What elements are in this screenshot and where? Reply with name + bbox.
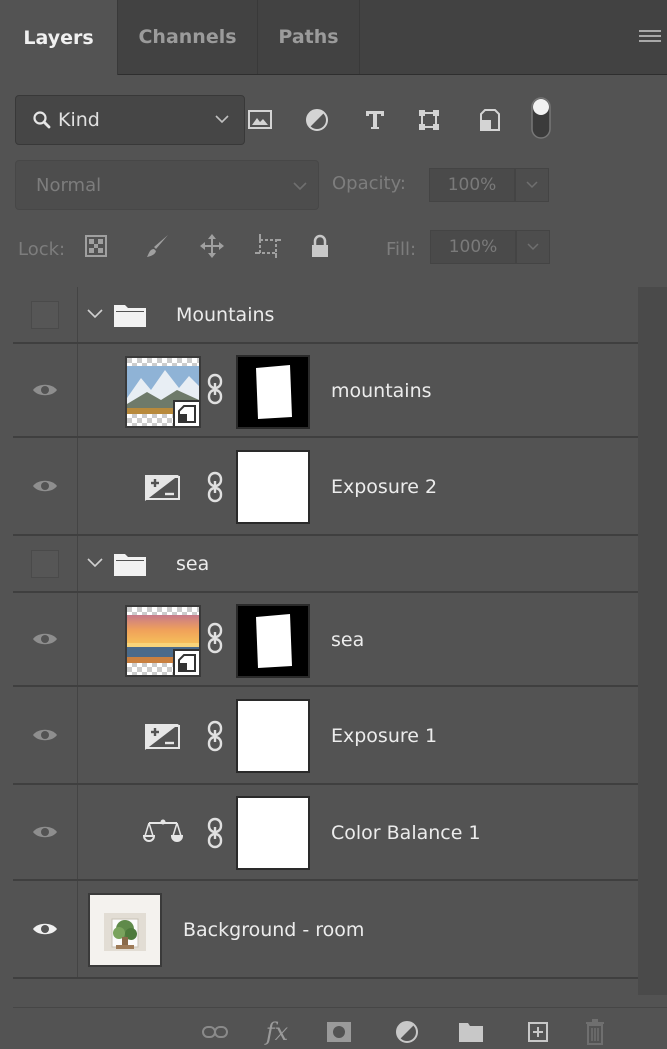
adjustment-filter-icon[interactable] bbox=[304, 107, 330, 133]
blend-mode-select[interactable]: Normal bbox=[15, 160, 319, 210]
smart-object-badge-icon bbox=[173, 400, 199, 426]
layers-bottom-toolbar: fx bbox=[13, 1007, 667, 1049]
blend-mode-label: Normal bbox=[36, 174, 102, 196]
layer-row-color-balance-1[interactable]: Color Balance 1 bbox=[13, 785, 638, 881]
lock-artboard-icon[interactable] bbox=[252, 230, 284, 262]
fill-input[interactable]: 100% bbox=[430, 230, 516, 264]
exposure-adjustment-icon[interactable] bbox=[143, 722, 183, 752]
panel-tab-bar: Layers Channels Paths bbox=[0, 0, 667, 75]
layer-row-sea[interactable]: sea bbox=[13, 593, 638, 687]
eye-icon bbox=[33, 384, 57, 396]
mask-link-icon[interactable] bbox=[206, 471, 224, 503]
new-layer-icon[interactable] bbox=[524, 1018, 552, 1046]
fill-label: Fill: bbox=[386, 239, 417, 260]
add-mask-icon[interactable] bbox=[325, 1018, 353, 1046]
opacity-input[interactable]: 100% bbox=[429, 168, 515, 202]
layer-thumbnail[interactable] bbox=[88, 893, 162, 967]
search-icon bbox=[33, 111, 51, 129]
layer-row-background-room[interactable]: Background - room bbox=[13, 881, 638, 979]
opacity-label: Opacity: bbox=[332, 173, 406, 194]
layers-list: Mountains mountains Exposure 2 sea sea E… bbox=[13, 287, 638, 1007]
opacity-dropdown-button[interactable] bbox=[515, 168, 549, 202]
layer-name: Exposure 2 bbox=[331, 476, 438, 498]
layer-name: sea bbox=[331, 629, 365, 651]
visibility-toggle[interactable] bbox=[13, 593, 78, 685]
layers-panel: Layers Channels Paths Kind Normal Opacit… bbox=[0, 0, 667, 1049]
eye-icon bbox=[33, 480, 57, 492]
eye-icon bbox=[33, 729, 57, 741]
layer-thumbnail[interactable] bbox=[125, 356, 201, 428]
layer-mask-thumbnail[interactable] bbox=[236, 796, 310, 870]
layer-mask-thumbnail[interactable] bbox=[236, 699, 310, 773]
layer-row-group-mountains[interactable]: Mountains bbox=[13, 287, 638, 344]
lock-transparent-pixels-icon[interactable] bbox=[80, 230, 112, 262]
visibility-toggle[interactable] bbox=[13, 785, 78, 879]
chevron-down-icon bbox=[527, 243, 539, 251]
tab-paths[interactable]: Paths bbox=[258, 0, 360, 74]
eye-icon bbox=[33, 633, 57, 645]
mask-link-icon[interactable] bbox=[206, 817, 224, 849]
visibility-toggle[interactable] bbox=[13, 287, 78, 342]
lock-all-icon[interactable] bbox=[304, 230, 336, 262]
mask-link-icon[interactable] bbox=[206, 373, 224, 405]
panel-menu-icon[interactable] bbox=[639, 30, 661, 46]
layer-mask-thumbnail[interactable] bbox=[236, 450, 310, 524]
shape-filter-icon[interactable] bbox=[416, 107, 442, 133]
visibility-toggle[interactable] bbox=[13, 344, 78, 436]
layer-mask-thumbnail[interactable] bbox=[236, 604, 310, 678]
eye-icon bbox=[33, 923, 57, 935]
layer-name: Color Balance 1 bbox=[331, 822, 481, 844]
layer-effects-icon[interactable]: fx bbox=[263, 1018, 291, 1046]
chevron-down-icon bbox=[293, 182, 307, 191]
lock-image-pixels-icon[interactable] bbox=[142, 230, 174, 262]
folder-icon bbox=[114, 554, 146, 576]
lock-position-icon[interactable] bbox=[196, 230, 228, 262]
layer-row-exposure-1[interactable]: Exposure 1 bbox=[13, 687, 638, 785]
visibility-off-box bbox=[31, 549, 59, 578]
smart-object-filter-icon[interactable] bbox=[477, 107, 503, 133]
exposure-adjustment-icon[interactable] bbox=[143, 473, 183, 503]
mask-link-icon[interactable] bbox=[206, 622, 224, 654]
filter-kind-label: Kind bbox=[58, 109, 100, 131]
visibility-toggle[interactable] bbox=[13, 881, 78, 977]
chevron-down-icon[interactable] bbox=[86, 307, 104, 321]
new-adjustment-layer-icon[interactable] bbox=[393, 1018, 421, 1046]
layer-thumbnail[interactable] bbox=[125, 605, 201, 677]
type-filter-icon[interactable] bbox=[362, 107, 388, 133]
layer-row-mountains[interactable]: mountains bbox=[13, 344, 638, 438]
mask-link-icon[interactable] bbox=[206, 720, 224, 752]
visibility-toggle[interactable] bbox=[13, 687, 78, 783]
smart-object-badge-icon bbox=[173, 649, 199, 675]
chevron-down-icon[interactable] bbox=[86, 556, 104, 570]
filter-toggle-switch[interactable] bbox=[530, 96, 552, 140]
layer-name: mountains bbox=[331, 380, 432, 402]
pixel-filter-icon[interactable] bbox=[247, 107, 273, 133]
layer-name: sea bbox=[176, 553, 210, 575]
layer-name: Background - room bbox=[183, 919, 365, 941]
filter-kind-select[interactable]: Kind bbox=[15, 95, 245, 145]
visibility-toggle[interactable] bbox=[13, 536, 78, 591]
new-group-icon[interactable] bbox=[457, 1018, 485, 1046]
fill-dropdown-button[interactable] bbox=[516, 230, 550, 264]
folder-icon bbox=[114, 305, 146, 327]
layer-row-group-sea[interactable]: sea bbox=[13, 536, 638, 593]
tab-channels[interactable]: Channels bbox=[118, 0, 258, 74]
layer-name: Exposure 1 bbox=[331, 725, 438, 747]
color-balance-adjustment-icon[interactable] bbox=[143, 818, 183, 848]
layers-scrollbar[interactable] bbox=[638, 287, 667, 995]
layer-mask-thumbnail[interactable] bbox=[236, 355, 310, 429]
link-layers-icon[interactable] bbox=[201, 1018, 229, 1046]
layer-name: Mountains bbox=[176, 304, 275, 326]
chevron-down-icon bbox=[215, 115, 229, 124]
delete-layer-icon[interactable] bbox=[581, 1018, 609, 1046]
visibility-off-box bbox=[31, 300, 59, 329]
lock-label: Lock: bbox=[18, 239, 66, 260]
chevron-down-icon bbox=[526, 181, 538, 189]
tab-layers[interactable]: Layers bbox=[0, 0, 118, 75]
visibility-toggle[interactable] bbox=[13, 438, 78, 534]
eye-icon bbox=[33, 826, 57, 838]
layer-row-exposure-2[interactable]: Exposure 2 bbox=[13, 438, 638, 536]
